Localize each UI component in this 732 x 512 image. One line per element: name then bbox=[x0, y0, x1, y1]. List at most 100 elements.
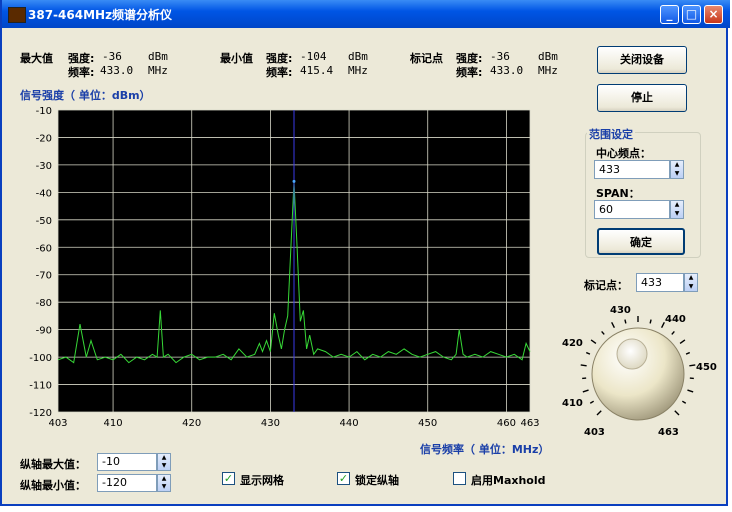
spin-up-icon[interactable]: ▲ bbox=[158, 454, 170, 462]
maxhold-label: 启用Maxhold bbox=[471, 474, 546, 487]
spin-down-icon[interactable]: ▼ bbox=[671, 170, 683, 179]
lock-y-axis-checkbox[interactable]: ✓ bbox=[337, 472, 350, 485]
y-min-spinner[interactable]: ▲ ▼ bbox=[157, 474, 171, 492]
marker-strength-unit: dBm bbox=[538, 50, 558, 63]
knob-label-440: 440 bbox=[665, 314, 686, 325]
knob-tick bbox=[611, 322, 616, 328]
y-max-label: 纵轴最大值： bbox=[20, 458, 86, 471]
knob-label-420: 420 bbox=[562, 338, 583, 349]
knob-tick bbox=[580, 364, 587, 367]
close-window-button[interactable]: × bbox=[704, 5, 723, 24]
knob-label-430: 430 bbox=[610, 305, 631, 316]
max-freq-label: 频率: bbox=[68, 66, 95, 79]
knob-tick bbox=[589, 400, 595, 404]
y-tick-label: -30 bbox=[36, 161, 52, 172]
span-input[interactable]: 60 bbox=[594, 200, 670, 219]
y-min-input[interactable]: -120 bbox=[97, 474, 157, 492]
range-settings-title: 范围设定 bbox=[587, 126, 635, 142]
center-freq-label: 中心频点： bbox=[596, 147, 651, 160]
y-tick-label: -60 bbox=[36, 243, 52, 254]
x-tick-label: 460 bbox=[497, 418, 516, 429]
y-max-input[interactable]: -10 bbox=[97, 453, 157, 471]
x-axis-title: 信号频率（ 单位：MHz） bbox=[420, 443, 550, 456]
peak-point bbox=[292, 179, 296, 183]
knob-tick bbox=[596, 410, 602, 416]
x-tick-label: 403 bbox=[48, 418, 67, 429]
max-strength-value: -36 bbox=[102, 50, 122, 63]
max-strength-unit: dBm bbox=[148, 50, 168, 63]
marker-freq-value: 433.0 bbox=[490, 64, 524, 77]
min-value-label: 最小值 bbox=[220, 52, 253, 65]
stop-button[interactable]: 停止 bbox=[597, 84, 687, 112]
spin-down-icon[interactable]: ▼ bbox=[685, 283, 697, 292]
y-max-spinner[interactable]: ▲ ▼ bbox=[157, 453, 171, 471]
span-label: SPAN： bbox=[596, 187, 640, 200]
lock-y-axis-label: 锁定纵轴 bbox=[355, 474, 399, 487]
show-grid-checkbox[interactable]: ✓ bbox=[222, 472, 235, 485]
app-window: 387-464MHz频谱分析仪 _ □ × 最大值 强度: -36 dBm 频率… bbox=[0, 0, 730, 506]
marker-strength-value: -36 bbox=[490, 50, 510, 63]
window-title: 387-464MHz频谱分析仪 bbox=[28, 8, 173, 22]
spin-up-icon[interactable]: ▲ bbox=[158, 475, 170, 483]
show-grid-label: 显示网格 bbox=[240, 474, 284, 487]
y-tick-label: -110 bbox=[29, 381, 52, 392]
spin-up-icon[interactable]: ▲ bbox=[671, 161, 683, 170]
min-freq-label: 频率: bbox=[266, 66, 293, 79]
knob-label-410: 410 bbox=[562, 398, 583, 409]
spin-up-icon[interactable]: ▲ bbox=[671, 201, 683, 210]
min-strength-value: -104 bbox=[300, 50, 327, 63]
span-spinner[interactable]: ▲ ▼ bbox=[670, 200, 684, 219]
max-value-label: 最大值 bbox=[20, 52, 53, 65]
spin-down-icon[interactable]: ▼ bbox=[158, 462, 170, 470]
knob-tick bbox=[687, 389, 694, 393]
knob-tick bbox=[689, 364, 696, 367]
knob-label-463: 463 bbox=[658, 427, 679, 438]
marker-freq-unit: MHz bbox=[538, 64, 558, 77]
y-tick-label: -40 bbox=[36, 188, 52, 199]
center-freq-spinner[interactable]: ▲ ▼ bbox=[670, 160, 684, 179]
y-tick-label: -90 bbox=[36, 326, 52, 337]
minimize-button[interactable]: _ bbox=[660, 5, 679, 24]
knob-tick bbox=[681, 400, 687, 404]
max-freq-unit: MHz bbox=[148, 64, 168, 77]
spin-down-icon[interactable]: ▼ bbox=[671, 210, 683, 219]
confirm-button[interactable]: 确定 bbox=[597, 228, 685, 255]
x-tick-label: 410 bbox=[104, 418, 123, 429]
center-freq-input[interactable]: 433 bbox=[594, 160, 670, 179]
max-freq-value: 433.0 bbox=[100, 64, 134, 77]
maximize-button[interactable]: □ bbox=[682, 5, 701, 24]
app-icon bbox=[8, 7, 26, 23]
marker-input-label: 标记点： bbox=[584, 279, 628, 292]
knob-grip bbox=[616, 338, 648, 370]
knob-tick bbox=[590, 339, 597, 345]
knob-tick bbox=[671, 330, 675, 335]
knob-label-450: 450 bbox=[696, 362, 717, 373]
spin-up-icon[interactable]: ▲ bbox=[685, 274, 697, 283]
knob-tick bbox=[679, 339, 686, 345]
x-tick-label: 450 bbox=[418, 418, 437, 429]
min-freq-value: 415.4 bbox=[300, 64, 334, 77]
knob-tick bbox=[660, 322, 665, 328]
maxhold-checkbox[interactable] bbox=[453, 472, 466, 485]
close-device-button[interactable]: 关闭设备 bbox=[597, 46, 687, 74]
x-tick-label: 463 bbox=[520, 418, 539, 429]
knob-tick bbox=[674, 410, 680, 416]
y-tick-label: -80 bbox=[36, 298, 52, 309]
knob-label-403: 403 bbox=[584, 427, 605, 438]
x-tick-label: 430 bbox=[261, 418, 280, 429]
x-tick-label: 440 bbox=[340, 418, 359, 429]
marker-input[interactable]: 433 bbox=[636, 273, 684, 292]
y-axis-title: 信号强度（ 单位：dBm） bbox=[20, 89, 151, 102]
min-freq-unit: MHz bbox=[348, 64, 368, 77]
marker-spinner[interactable]: ▲ ▼ bbox=[684, 273, 698, 292]
knob-tick bbox=[585, 351, 591, 355]
title-bar[interactable]: 387-464MHz频谱分析仪 _ □ × bbox=[2, 0, 730, 28]
x-tick-label: 420 bbox=[182, 418, 201, 429]
knob-tick bbox=[624, 319, 627, 324]
knob-tick bbox=[582, 389, 589, 393]
min-strength-unit: dBm bbox=[348, 50, 368, 63]
spectrum-chart: -10-20-30-40-50-60-70-80-90-100-110-1204… bbox=[29, 106, 539, 429]
spin-down-icon[interactable]: ▼ bbox=[158, 483, 170, 491]
y-tick-label: -20 bbox=[36, 133, 52, 144]
marker-freq-label: 频率: bbox=[456, 66, 483, 79]
